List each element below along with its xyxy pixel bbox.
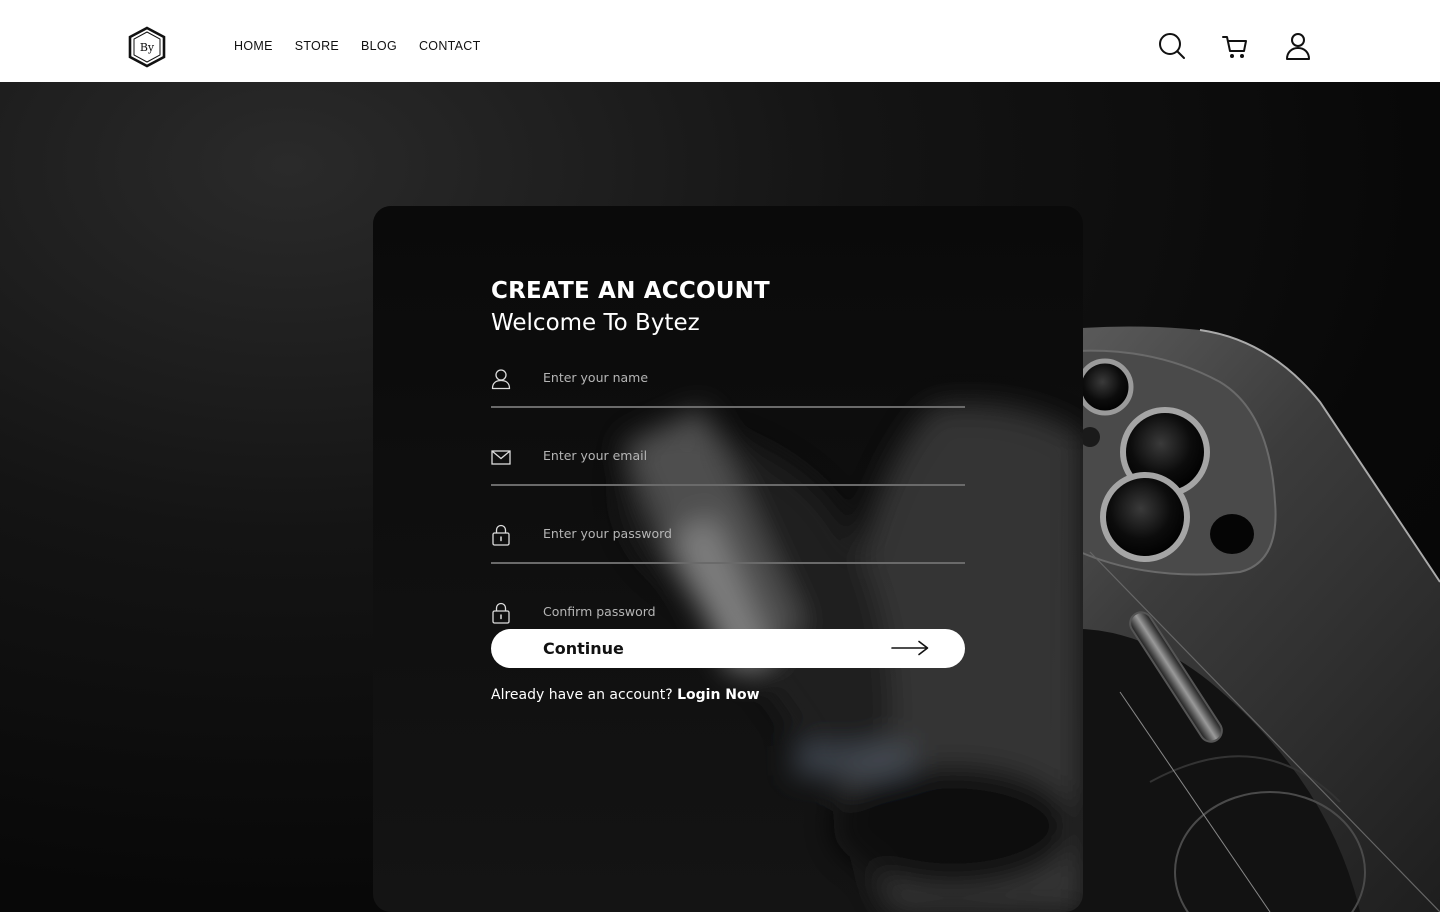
logo-text: By [140,41,155,54]
nav-contact[interactable]: CONTACT [419,39,481,53]
continue-label: Continue [543,639,624,658]
password-field [491,518,965,564]
form-subtitle: Welcome To Bytez [491,310,700,336]
continue-button[interactable]: Continue [491,629,965,668]
main-nav: HOME STORE BLOG CONTACT [234,39,481,53]
email-input[interactable] [543,444,943,466]
mail-icon [491,450,511,465]
bytez-logo[interactable]: By [128,26,166,68]
cart-icon [1222,36,1247,58]
form-title: CREATE AN ACCOUNT [491,278,770,304]
arrow-right-icon [891,640,929,656]
login-prompt-text: Already have an account? [491,687,673,703]
account-button[interactable] [1283,30,1313,62]
cart-button[interactable] [1220,30,1250,62]
hero-background: CREATE AN ACCOUNT Welcome To Bytez Enter… [0,82,1440,912]
nav-home[interactable]: HOME [234,39,273,53]
header-actions [1157,30,1313,62]
login-now-link[interactable]: Login Now [677,687,759,703]
login-prompt-line: Already have an account? Login Now [491,687,760,703]
confirm-password-input[interactable] [543,600,943,622]
lock-icon [492,524,510,546]
email-field [491,440,965,486]
password-input[interactable] [543,522,943,544]
name-input[interactable] [543,366,943,388]
signup-form: CREATE AN ACCOUNT Welcome To Bytez Enter… [491,278,965,703]
top-header: By HOME STORE BLOG CONTACT [0,0,1440,82]
lock-icon [492,602,510,624]
user-icon [491,369,511,390]
logo-hexagon-icon: By [128,26,166,68]
search-icon [1159,33,1185,59]
name-field [491,362,965,408]
user-icon [1286,33,1310,60]
nav-blog[interactable]: BLOG [361,39,397,53]
search-button[interactable] [1157,30,1187,62]
nav-store[interactable]: STORE [295,39,339,53]
